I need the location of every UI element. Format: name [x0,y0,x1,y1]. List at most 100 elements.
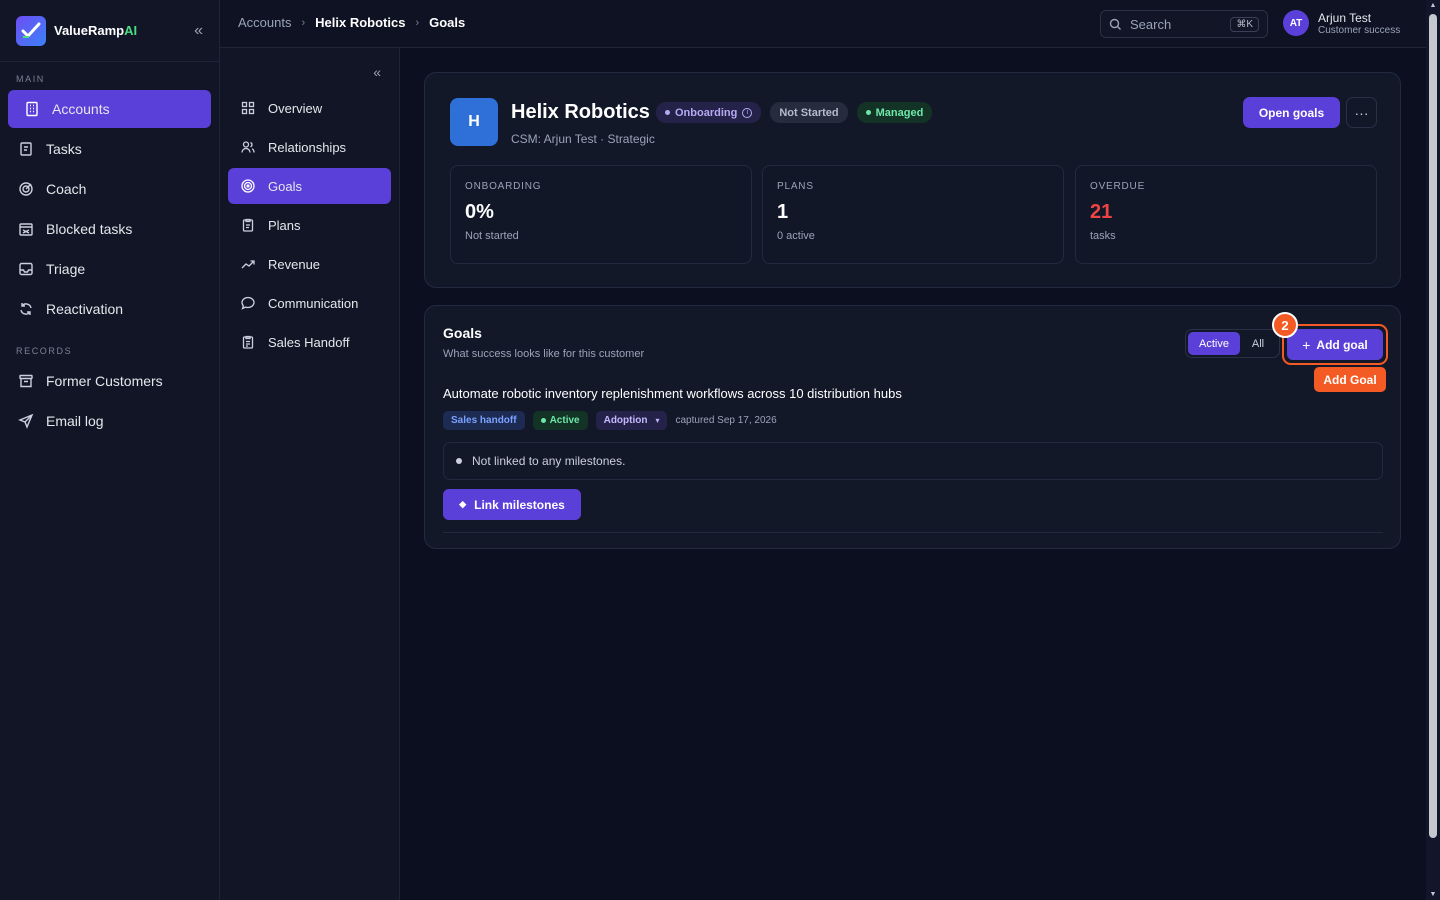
stat-sub: tasks [1090,230,1116,242]
chevron-right-icon: › [415,16,420,29]
subnav-item-sales-handoff[interactable]: Sales Handoff [228,324,391,360]
sidebar-item-blocked-tasks[interactable]: Blocked tasks [8,210,211,248]
blocked-icon [16,219,36,239]
diamond-icon: ◆ [459,499,467,509]
account-subnav: « Overview Relationships Goals Plans Rev… [220,48,400,900]
chevron-right-icon: › [301,16,306,29]
filter-all-button[interactable]: All [1240,332,1276,355]
link-milestones-label: Link milestones [474,497,565,512]
sidebar-item-label: Email log [46,413,104,429]
account-badges: Onboarding i Not Started Managed [656,102,933,123]
subnav-item-relationships[interactable]: Relationships [228,129,391,165]
records-section-label: RECORDS [16,346,73,356]
sidebar-item-former-customers[interactable]: Former Customers [8,362,211,400]
breadcrumb-account[interactable]: Helix Robotics [315,15,405,30]
grid-icon [240,100,256,116]
account-subtitle: CSM: Arjun Test · Strategic [511,132,655,146]
divider [443,532,1383,533]
status-dot-icon [665,110,670,115]
overdue-stat-card: OVERDUE 21 tasks [1075,165,1377,264]
onboarding-badge[interactable]: Onboarding i [656,102,762,123]
scrollbar-thumb[interactable] [1429,14,1437,838]
goal-title[interactable]: Automate robotic inventory replenishment… [443,386,902,401]
breadcrumb-current: Goals [429,15,466,30]
subnav-item-communication[interactable]: Communication [228,285,391,321]
stat-label: OVERDUE [1090,181,1146,192]
subnav-item-label: Revenue [268,256,321,272]
bullet-icon [456,458,462,464]
subnav-item-overview[interactable]: Overview [228,90,391,126]
search-placeholder: Search [1130,16,1172,32]
sidebar-item-coach[interactable]: Coach [8,170,211,208]
sidebar-item-reactivation[interactable]: Reactivation [8,290,211,328]
add-goal-tooltip: Add Goal [1314,367,1386,392]
subnav-item-goals[interactable]: Goals [228,168,391,204]
sidebar-item-accounts[interactable]: Accounts [8,90,211,128]
category-dropdown[interactable]: Adoption ▾ [595,411,668,430]
breadcrumb: Accounts › Helix Robotics › Goals [238,15,465,30]
account-avatar: H [450,98,498,146]
user-menu[interactable]: AT Arjun Test Customer success [1283,10,1400,36]
open-goals-button[interactable]: Open goals [1243,97,1340,128]
avatar: AT [1283,10,1309,36]
add-goal-button[interactable]: + Add goal [1287,329,1383,360]
search-input[interactable]: Search ⌘K [1100,10,1268,38]
refresh-icon [16,299,36,319]
milestones-text: Not linked to any milestones. [472,454,626,468]
sidebar-item-email-log[interactable]: Email log [8,402,211,440]
step-number-badge: 2 [1272,312,1298,338]
subnav-item-label: Communication [268,295,359,311]
add-goal-label: Add goal [1316,337,1368,352]
sidebar-item-label: Blocked tasks [46,221,133,237]
users-icon [240,139,256,155]
plans-stat-card: PLANS 1 0 active [762,165,1064,264]
source-tag: Sales handoff [443,411,525,430]
goals-card: Goals What success looks like for this c… [424,305,1401,549]
goals-title: Goals [443,325,482,341]
collapse-sidebar-icon[interactable]: « [194,22,203,40]
breadcrumb-accounts[interactable]: Accounts [238,15,291,30]
plus-icon: + [1302,336,1311,353]
account-name: Helix Robotics [511,101,650,123]
user-role: Customer success [1318,24,1401,36]
archive-icon [16,371,36,391]
scroll-down-icon[interactable]: ▼ [1429,891,1437,898]
status-badge: Not Started [770,102,848,123]
goals-subtitle: What success looks like for this custome… [443,348,645,360]
link-milestones-button[interactable]: ◆ Link milestones [443,489,581,520]
clipboard-icon [240,217,256,233]
goals-filter-toggle: Active All [1185,329,1280,358]
search-shortcut: ⌘K [1230,16,1259,32]
filter-active-button[interactable]: Active [1188,332,1240,355]
stat-sub: Not started [465,230,519,242]
account-header-card: H Helix Robotics Onboarding i Not Starte… [424,72,1401,288]
chat-icon [240,295,256,311]
milestones-box: Not linked to any milestones. [443,442,1383,480]
collapse-subnav-icon[interactable]: « [373,64,381,80]
stat-sub: 0 active [777,230,815,242]
subnav-item-revenue[interactable]: Revenue [228,246,391,282]
info-icon[interactable]: i [742,107,753,118]
main-section-label: MAIN [16,74,45,84]
sidebar-item-triage[interactable]: Triage [8,250,211,288]
stat-value: 21 [1090,201,1113,223]
more-options-icon[interactable]: ··· [1346,97,1377,128]
subnav-item-label: Plans [268,217,301,233]
page-scrollbar[interactable]: ▲ ▼ [1426,0,1440,900]
status-tag-label: Active [549,415,580,426]
managed-badge: Managed [856,102,933,123]
user-name: Arjun Test [1318,10,1372,25]
sidebar-item-tasks[interactable]: Tasks [8,130,211,168]
subnav-item-plans[interactable]: Plans [228,207,391,243]
building-icon [22,99,42,119]
scroll-up-icon[interactable]: ▲ [1429,2,1437,9]
target-icon [240,178,256,194]
brand-logo-icon[interactable] [16,15,46,46]
subnav-item-label: Overview [268,100,323,116]
subnav-item-label: Relationships [268,139,347,155]
status-dot-icon [865,110,871,115]
main-sidebar: ValueRampAI « MAIN Accounts Tasks Coach … [0,0,220,900]
sidebar-item-label: Reactivation [46,301,124,317]
clipboard-list-icon [240,334,256,350]
inbox-icon [16,259,36,279]
